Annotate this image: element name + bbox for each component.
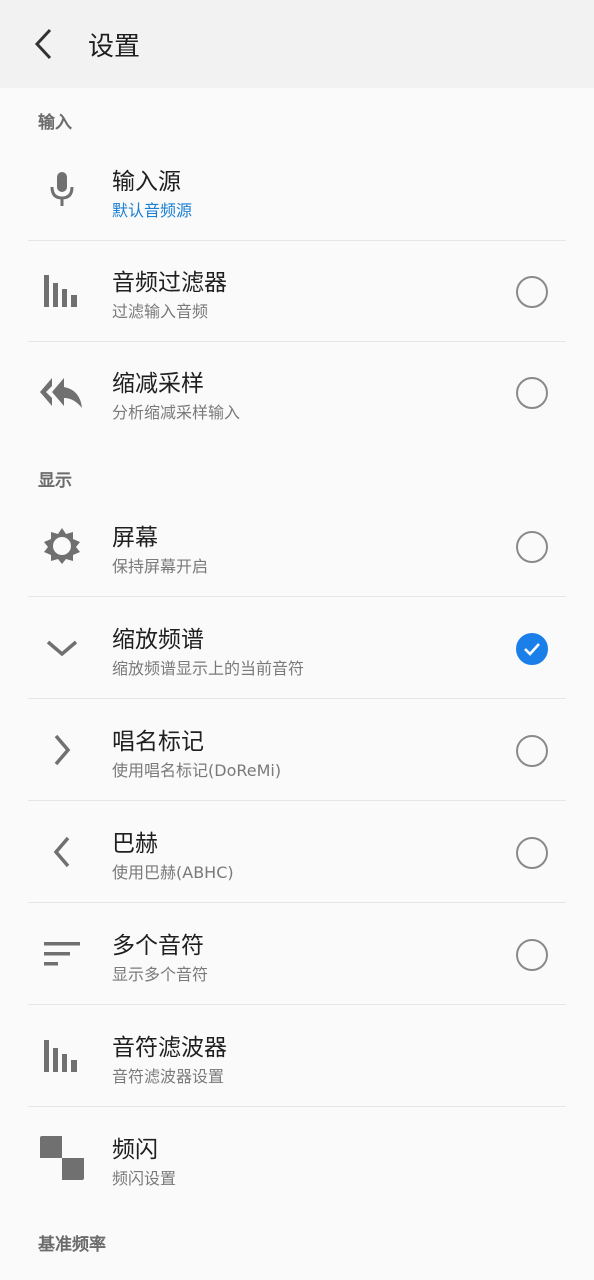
setting-title: 巴赫 (112, 831, 158, 857)
app-bar: 设置 (0, 0, 594, 88)
brightness-icon (36, 522, 88, 570)
setting-subtitle: 频闪设置 (112, 1169, 177, 1188)
section-header-display: 显示 (38, 471, 72, 491)
divider (28, 596, 566, 597)
bach-radio[interactable] (516, 837, 548, 869)
bars-icon (36, 267, 88, 315)
divider (28, 800, 566, 801)
setting-subtitle: 音符滤波器设置 (112, 1067, 225, 1086)
screen-radio[interactable] (516, 531, 548, 563)
setting-note-filter[interactable]: 音符滤波器 音符滤波器设置 (28, 1006, 566, 1107)
chevron-down-icon (36, 624, 88, 672)
setting-title: 频闪 (112, 1137, 158, 1163)
setting-title: 缩放频谱 (112, 627, 204, 653)
chevron-right-icon (36, 726, 88, 774)
divider (28, 902, 566, 903)
checker-icon (36, 1134, 88, 1182)
setting-multiple-notes[interactable]: 多个音符 显示多个音符 (28, 904, 566, 1005)
setting-title: 音频过滤器 (112, 270, 227, 296)
chevron-left-icon (36, 828, 88, 876)
section-header-input: 输入 (38, 113, 72, 133)
setting-subtitle: 使用唱名标记(DoReMi) (112, 761, 282, 780)
setting-screen[interactable]: 屏幕 保持屏幕开启 (28, 496, 566, 597)
setting-solfege[interactable]: 唱名标记 使用唱名标记(DoReMi) (28, 700, 566, 801)
back-arrow-icon (32, 27, 56, 61)
setting-subtitle: 使用巴赫(ABHC) (112, 863, 234, 882)
setting-subtitle: 分析缩减采样输入 (112, 403, 241, 422)
setting-title: 多个音符 (112, 933, 204, 959)
setting-title: 输入源 (112, 169, 181, 195)
double-reply-icon (36, 368, 88, 416)
divider (28, 1004, 566, 1005)
section-header-reference-frequency: 基准频率 (38, 1235, 106, 1255)
setting-audio-filter[interactable]: 音频过滤器 过滤输入音频 (28, 241, 566, 342)
setting-input-source[interactable]: 输入源 默认音频源 (28, 140, 566, 241)
setting-bach[interactable]: 巴赫 使用巴赫(ABHC) (28, 802, 566, 903)
zoom-spectrum-radio[interactable] (516, 633, 548, 665)
setting-zoom-spectrum[interactable]: 缩放频谱 缩放频谱显示上的当前音符 (28, 598, 566, 699)
divider (28, 698, 566, 699)
back-button[interactable] (20, 20, 68, 68)
setting-title: 音符滤波器 (112, 1035, 227, 1061)
setting-title: 缩减采样 (112, 371, 204, 397)
page-title: 设置 (88, 32, 141, 62)
divider (28, 1106, 566, 1107)
setting-downsampling[interactable]: 缩减采样 分析缩减采样输入 (28, 342, 566, 443)
setting-title: 屏幕 (112, 525, 158, 551)
setting-title: 唱名标记 (112, 729, 204, 755)
checkmark-icon (523, 642, 541, 656)
setting-strobe[interactable]: 频闪 频闪设置 (28, 1108, 566, 1209)
setting-subtitle: 缩放频谱显示上的当前音符 (112, 659, 305, 678)
audio-filter-radio[interactable] (516, 276, 548, 308)
solfege-radio[interactable] (516, 735, 548, 767)
setting-subtitle: 默认音频源 (112, 201, 193, 220)
multiple-notes-radio[interactable] (516, 939, 548, 971)
bars-icon (36, 1032, 88, 1080)
setting-subtitle: 保持屏幕开启 (112, 557, 209, 576)
sort-lines-icon (36, 930, 88, 978)
downsampling-radio[interactable] (516, 377, 548, 409)
setting-subtitle: 显示多个音符 (112, 965, 209, 984)
setting-subtitle: 过滤输入音频 (112, 302, 209, 321)
microphone-icon (36, 166, 88, 214)
